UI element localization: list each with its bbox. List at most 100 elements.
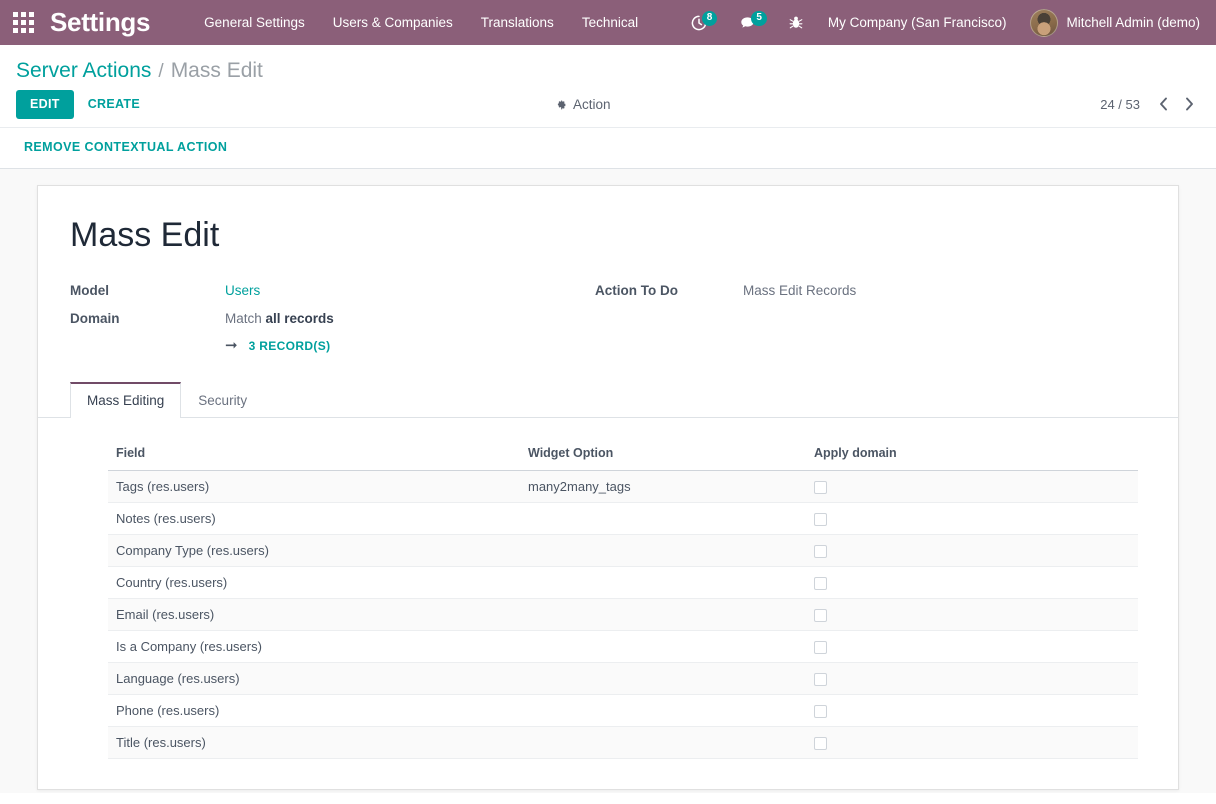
table-row[interactable]: Country (res.users) — [108, 567, 1138, 599]
spacer-cell-2 — [743, 305, 1146, 333]
cell-apply-domain — [806, 471, 1138, 503]
column-header-widget-option[interactable]: Widget Option — [520, 440, 806, 471]
menu-item-users-companies[interactable]: Users & Companies — [319, 0, 467, 45]
breadcrumb-parent-server-actions[interactable]: Server Actions — [16, 59, 151, 83]
table-row[interactable]: Notes (res.users) — [108, 503, 1138, 535]
table-row[interactable]: Is a Company (res.users) — [108, 631, 1138, 663]
apply-domain-checkbox[interactable] — [814, 513, 827, 526]
table-row[interactable]: Company Type (res.users) — [108, 535, 1138, 567]
notebook-tabs: Mass Editing Security — [38, 382, 1178, 418]
cell-field: Is a Company (res.users) — [108, 631, 520, 663]
gear-icon — [554, 98, 567, 111]
navbar-systray: 8 5 My Company (San Francisco) Mitchell … — [680, 0, 1204, 45]
content-area: Mass Edit Model Users Action To Do Mass … — [0, 169, 1216, 793]
table-row[interactable]: Email (res.users) — [108, 599, 1138, 631]
control-panel-buttons: EDIT CREATE Action 24 / 53 — [0, 89, 1216, 127]
chevron-right-icon — [1185, 97, 1194, 111]
app-brand-settings[interactable]: Settings — [50, 0, 150, 45]
pager-value[interactable]: 24 / 53 — [1100, 97, 1140, 112]
cell-widget — [520, 503, 806, 535]
table-body: Tags (res.users) many2many_tags Notes (r… — [108, 471, 1138, 759]
apply-domain-checkbox[interactable] — [814, 609, 827, 622]
menu-item-technical[interactable]: Technical — [568, 0, 652, 45]
mass-editing-table: Field Widget Option Apply domain Tags (r… — [108, 440, 1138, 759]
cell-widget: many2many_tags — [520, 471, 806, 503]
page-title: Mass Edit — [70, 216, 1146, 255]
cell-widget — [520, 663, 806, 695]
chevron-left-icon — [1159, 97, 1168, 111]
domain-value: Match all records — [225, 305, 595, 333]
tab-mass-editing[interactable]: Mass Editing — [70, 382, 181, 418]
cell-apply-domain — [806, 631, 1138, 663]
apply-domain-checkbox[interactable] — [814, 545, 827, 558]
breadcrumb-current-mass-edit: Mass Edit — [171, 59, 263, 83]
form-notebook: Mass Editing Security Field Widget Optio… — [70, 382, 1146, 759]
cell-field: Tags (res.users) — [108, 471, 520, 503]
apply-domain-checkbox[interactable] — [814, 577, 827, 590]
cell-apply-domain — [806, 535, 1138, 567]
action-dropdown-button[interactable]: Action — [546, 93, 619, 116]
record-pager: 24 / 53 — [1100, 92, 1200, 116]
table-row[interactable]: Phone (res.users) — [108, 695, 1138, 727]
column-header-field[interactable]: Field — [108, 440, 520, 471]
cell-field: Phone (res.users) — [108, 695, 520, 727]
apply-domain-checkbox[interactable] — [814, 641, 827, 654]
domain-prefix: Match — [225, 311, 266, 326]
messaging-count-badge: 5 — [751, 11, 767, 26]
column-header-apply-domain[interactable]: Apply domain — [806, 440, 1138, 471]
cell-field: Company Type (res.users) — [108, 535, 520, 567]
top-navbar: Settings General Settings Users & Compan… — [0, 0, 1216, 45]
bug-icon — [789, 15, 803, 30]
table-row[interactable]: Title (res.users) — [108, 727, 1138, 759]
tab-security[interactable]: Security — [181, 382, 264, 418]
action-dropdown-label: Action — [573, 97, 611, 112]
apply-domain-checkbox[interactable] — [814, 705, 827, 718]
breadcrumb: Server Actions / Mass Edit — [0, 45, 1216, 89]
table-head: Field Widget Option Apply domain — [108, 440, 1138, 471]
tab-pane-mass-editing: Field Widget Option Apply domain Tags (r… — [70, 418, 1146, 759]
debug-menu-button[interactable] — [778, 0, 814, 45]
cell-apply-domain — [806, 503, 1138, 535]
menu-item-general-settings[interactable]: General Settings — [190, 0, 319, 45]
edit-button[interactable]: EDIT — [16, 90, 74, 119]
create-button[interactable]: CREATE — [74, 90, 154, 119]
cell-widget — [520, 567, 806, 599]
menu-item-translations[interactable]: Translations — [467, 0, 568, 45]
model-value[interactable]: Users — [225, 277, 595, 305]
cell-apply-domain — [806, 695, 1138, 727]
table-row[interactable]: Language (res.users) — [108, 663, 1138, 695]
company-switcher[interactable]: My Company (San Francisco) — [814, 0, 1021, 45]
domain-label: Domain — [70, 305, 225, 333]
action-to-do-value: Mass Edit Records — [743, 277, 1146, 305]
spacer-cell-1 — [595, 305, 743, 333]
cell-field: Language (res.users) — [108, 663, 520, 695]
apply-domain-checkbox[interactable] — [814, 673, 827, 686]
cell-widget — [520, 695, 806, 727]
cell-widget — [520, 631, 806, 663]
pager-previous-button[interactable] — [1152, 92, 1174, 116]
apply-domain-checkbox[interactable] — [814, 737, 827, 750]
activity-count-badge: 8 — [702, 11, 718, 26]
activity-menu-button[interactable]: 8 — [680, 0, 729, 45]
cell-apply-domain — [806, 727, 1138, 759]
user-menu-button[interactable]: Mitchell Admin (demo) — [1020, 0, 1204, 45]
pager-next-button[interactable] — [1178, 92, 1200, 116]
table-row[interactable]: Tags (res.users) many2many_tags — [108, 471, 1138, 503]
user-avatar — [1030, 9, 1058, 37]
cell-field: Country (res.users) — [108, 567, 520, 599]
cell-widget — [520, 727, 806, 759]
cell-apply-domain — [806, 599, 1138, 631]
messaging-menu-button[interactable]: 5 — [728, 0, 778, 45]
apps-menu-button[interactable] — [0, 0, 46, 45]
cell-widget — [520, 599, 806, 631]
remove-contextual-action-button[interactable]: REMOVE CONTEXTUAL ACTION — [16, 135, 235, 159]
navbar-menu: General Settings Users & Companies Trans… — [190, 0, 652, 45]
records-count-link[interactable]: 3 RECORD(S) — [249, 339, 331, 353]
cell-apply-domain — [806, 567, 1138, 599]
domain-strong: all records — [266, 311, 334, 326]
apply-domain-checkbox[interactable] — [814, 481, 827, 494]
breadcrumb-separator: / — [158, 61, 163, 83]
cell-widget — [520, 535, 806, 567]
form-sheet: Mass Edit Model Users Action To Do Mass … — [37, 185, 1179, 790]
model-label: Model — [70, 277, 225, 305]
